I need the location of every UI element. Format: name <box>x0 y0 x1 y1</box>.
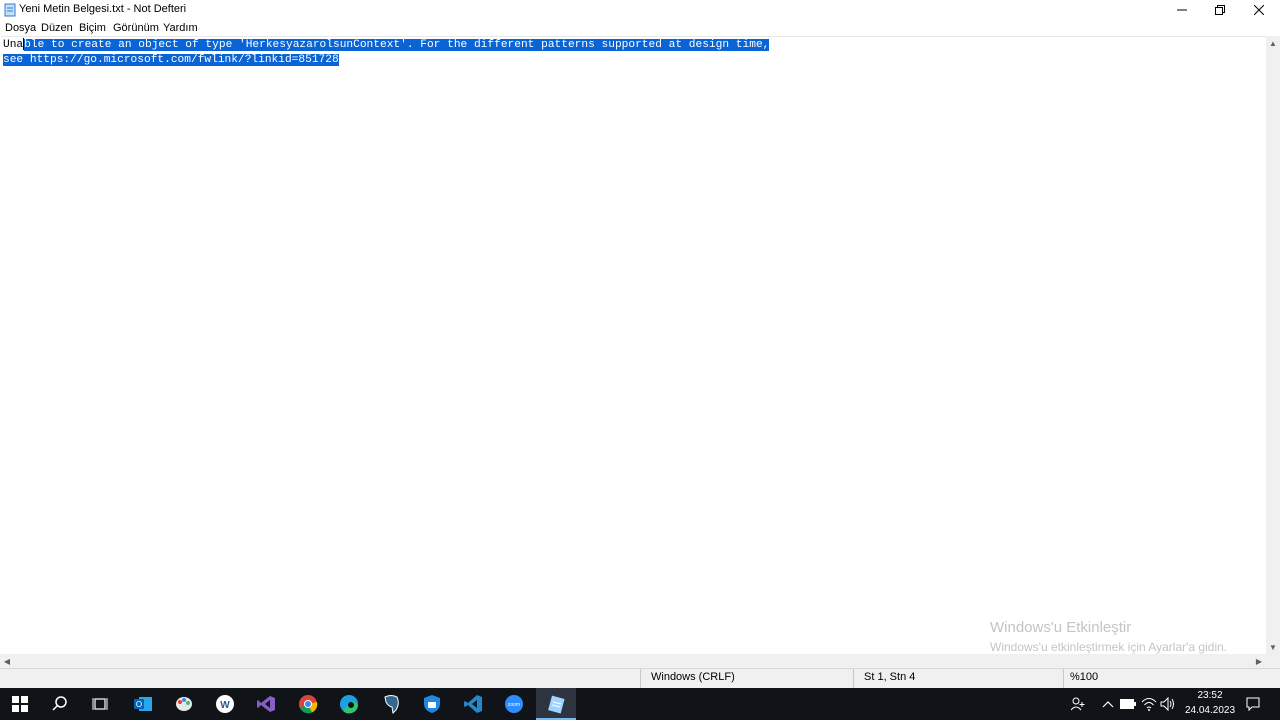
menu-edit[interactable]: Düzen <box>41 22 73 34</box>
line-ending-status: Windows (CRLF) <box>651 671 735 683</box>
battery-icon[interactable] <box>1120 696 1136 712</box>
svg-text:O: O <box>136 700 142 709</box>
clock-date[interactable]: 24.04.2023 <box>1182 705 1238 716</box>
volume-icon[interactable] <box>1160 696 1176 712</box>
menu-bar: Dosya Düzen Biçim Görünüm Yardım <box>0 20 1280 36</box>
activation-watermark-subtitle: Windows'u etkinleştirmek için Ayarlar'a … <box>990 640 1228 654</box>
outlook-icon[interactable]: O <box>131 692 155 716</box>
menu-help[interactable]: Yardım <box>163 22 198 34</box>
svg-text:W: W <box>220 700 230 711</box>
menu-format[interactable]: Biçim <box>79 22 106 34</box>
status-bar: Windows (CRLF) St 1, Stn 4 %100 <box>0 668 1280 689</box>
people-icon[interactable] <box>1070 696 1086 712</box>
selected-text-line-2: see https://go.microsoft.com/fwlink/?lin… <box>3 54 339 66</box>
close-button[interactable] <box>1240 0 1278 20</box>
chrome-icon[interactable] <box>296 692 320 716</box>
chevron-up-icon[interactable] <box>1100 696 1116 712</box>
svg-text:zoom: zoom <box>508 702 520 708</box>
selected-text-line-1: ble to create an object of type 'Herkesy… <box>24 39 770 51</box>
zoom-icon[interactable]: zoom <box>502 692 526 716</box>
search-icon[interactable] <box>48 692 72 716</box>
notepad-window: Yeni Metin Belgesi.txt - Not Defteri Dos… <box>0 0 1280 689</box>
zoom-status: %100 <box>1070 671 1099 683</box>
scroll-left-icon[interactable]: ◀ <box>0 654 14 668</box>
text-editor[interactable]: Unable to create an object of type 'Herk… <box>1 36 1266 655</box>
notepad-app-icon <box>4 3 16 17</box>
wifi-icon[interactable] <box>1141 696 1157 712</box>
vpn-shield-icon[interactable] <box>420 692 444 716</box>
restore-button[interactable] <box>1201 0 1239 20</box>
menu-view[interactable]: Görünüm <box>113 22 159 34</box>
horizontal-scrollbar[interactable]: ◀ ▶ <box>0 654 1266 668</box>
title-bar[interactable]: Yeni Metin Belgesi.txt - Not Defteri <box>0 0 1280 20</box>
windows-start-icon[interactable] <box>8 692 32 716</box>
activation-watermark-title: Windows'u Etkinleştir <box>990 619 1132 636</box>
vscode-icon[interactable] <box>461 692 485 716</box>
text-line-2: see https://go.microsoft.com/fwlink/?lin… <box>3 53 339 67</box>
cursor-position-status: St 1, Stn 4 <box>864 671 916 683</box>
size-grip <box>1266 654 1280 668</box>
menu-file[interactable]: Dosya <box>5 22 36 34</box>
clock-time[interactable]: 23:52 <box>1184 690 1236 701</box>
pgadmin-icon[interactable] <box>379 692 403 716</box>
notification-icon[interactable] <box>1245 696 1261 712</box>
close-icon <box>1254 5 1264 15</box>
restore-icon <box>1215 5 1225 15</box>
status-divider <box>853 669 854 689</box>
scroll-up-icon[interactable]: ▲ <box>1266 36 1280 50</box>
minimize-button[interactable] <box>1163 0 1201 20</box>
visual-studio-icon[interactable] <box>254 692 278 716</box>
vertical-scrollbar[interactable]: ▲ ▼ <box>1266 36 1280 654</box>
taskbar: O W zoom <box>0 688 1280 720</box>
paint-icon[interactable] <box>172 692 196 716</box>
scroll-down-icon[interactable]: ▼ <box>1266 640 1280 654</box>
task-view-icon[interactable] <box>88 692 112 716</box>
line1-unselected-text: Una <box>3 39 24 51</box>
status-divider <box>1063 669 1064 689</box>
window-title: Yeni Metin Belgesi.txt - Not Defteri <box>19 3 187 15</box>
status-divider <box>640 669 641 689</box>
word-icon[interactable]: W <box>213 692 237 716</box>
minimize-icon <box>1177 9 1187 11</box>
edge-icon[interactable] <box>337 692 361 716</box>
notepad-icon[interactable] <box>544 692 568 716</box>
text-line-1: Unable to create an object of type 'Herk… <box>3 38 770 52</box>
scroll-right-icon[interactable]: ▶ <box>1252 654 1266 668</box>
